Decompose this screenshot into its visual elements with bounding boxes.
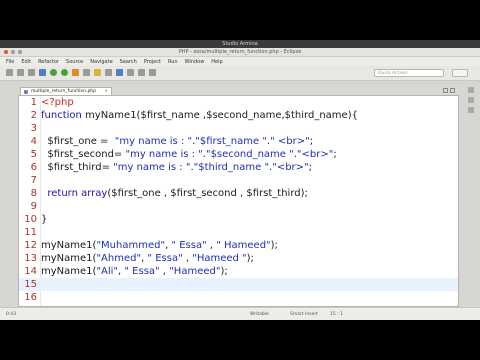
- quick-access-input[interactable]: Quick Access: [374, 69, 444, 77]
- line-number: 9: [30, 201, 37, 212]
- code-text: myName1("Muhammed", " Essa" , " Hameed")…: [41, 240, 278, 251]
- forward-icon[interactable]: [149, 69, 156, 76]
- line-number: 10: [24, 214, 37, 225]
- code-line: 3: [19, 122, 458, 135]
- previous-annotation-icon[interactable]: [127, 69, 134, 76]
- editor-window-controls: [443, 88, 455, 93]
- next-annotation-icon[interactable]: [116, 69, 123, 76]
- save-icon[interactable]: [17, 69, 24, 76]
- line-number: 6: [30, 162, 37, 173]
- line-number: 15: [24, 279, 37, 290]
- code-line: 12 myName1("Muhammed", " Essa" , " Hamee…: [19, 239, 458, 252]
- code-text: function myName1($first_name ,$second_na…: [41, 110, 358, 121]
- toolbar-icons: [6, 69, 156, 76]
- search-icon[interactable]: [105, 69, 112, 76]
- outline-view-icon[interactable]: [468, 87, 474, 93]
- menu-search[interactable]: Search: [120, 59, 137, 65]
- menu-run[interactable]: Run: [168, 59, 178, 65]
- status-cursor-position: 15 : 1: [330, 312, 343, 317]
- maximize-editor-button[interactable]: [450, 88, 455, 93]
- left-trim: [0, 81, 8, 307]
- code-text: myName1("Ali", " Essa" , "Hameed");: [41, 266, 228, 277]
- line-number: 14: [24, 266, 37, 277]
- editor-tab-row: multiple_return_function.php ×: [18, 87, 459, 95]
- status-insert-mode: Smart Insert: [290, 312, 318, 317]
- print-icon[interactable]: [28, 69, 35, 76]
- new-class-icon[interactable]: [83, 69, 90, 76]
- code-text: return array($first_one , $first_second …: [47, 188, 308, 199]
- menu-help[interactable]: Help: [211, 59, 222, 65]
- toolbar: Quick Access: [0, 66, 480, 81]
- status-bar: 0:43 Writable Smart Insert 15 : 1: [0, 307, 480, 320]
- line-number: 5: [30, 149, 37, 160]
- menu-refactor[interactable]: Refactor: [38, 59, 59, 65]
- code-text: $first_one = "my name is : "."$first_nam…: [41, 136, 314, 147]
- code-line: 11: [19, 226, 458, 239]
- code-line: 4 $first_one = "my name is : "."$first_n…: [19, 135, 458, 148]
- line-number: 4: [30, 136, 37, 147]
- right-trim: [463, 81, 480, 307]
- line-number: 13: [24, 253, 37, 264]
- code-line: 5 $first_second= "my name is : "."$secon…: [19, 148, 458, 161]
- task-list-icon[interactable]: [468, 97, 474, 103]
- menu-window[interactable]: Window: [185, 59, 205, 65]
- menu-project[interactable]: Project: [144, 59, 161, 65]
- code-text: myName1("Ahmed", " Essa" , "Hameed ");: [41, 253, 254, 264]
- editor-tab[interactable]: multiple_return_function.php ×: [20, 87, 112, 95]
- current-code-line: 15: [19, 278, 458, 291]
- code-line: 8 return array($first_one , $first_secon…: [19, 187, 458, 200]
- line-number: 7: [30, 175, 37, 186]
- code-text: }: [41, 214, 48, 225]
- code-line: 1 <?php: [19, 96, 458, 109]
- new-file-icon[interactable]: [6, 69, 13, 76]
- menu-bar: File Edit Refactor Source Navigate Searc…: [0, 57, 480, 66]
- menu-file[interactable]: File: [6, 59, 14, 65]
- php-project-icon[interactable]: [39, 69, 46, 76]
- back-icon[interactable]: [138, 69, 145, 76]
- line-number: 12: [24, 240, 37, 251]
- code-text: $first_second= "my name is : "."$second_…: [41, 149, 337, 160]
- menu-navigate[interactable]: Navigate: [90, 59, 112, 65]
- perspective-switch-button[interactable]: [452, 69, 468, 77]
- open-type-icon[interactable]: [94, 69, 101, 76]
- code-line: 13 myName1("Ahmed", " Essa" , "Hameed ")…: [19, 252, 458, 265]
- line-number: 1: [30, 97, 37, 108]
- run-icon[interactable]: [61, 69, 68, 76]
- system-bar: Studio Armina: [0, 40, 480, 48]
- menu-edit[interactable]: Edit: [21, 59, 31, 65]
- line-number: 2: [30, 110, 37, 121]
- debug-icon[interactable]: [50, 69, 57, 76]
- code-editor[interactable]: 1 <?php 2 function myName1($first_name ,…: [18, 95, 459, 307]
- code-line: 7: [19, 174, 458, 187]
- problems-view-icon[interactable]: [468, 107, 474, 113]
- minimize-editor-button[interactable]: [443, 88, 448, 93]
- status-left: 0:43: [6, 312, 17, 317]
- system-app-name: Studio Armina: [222, 41, 258, 47]
- line-number: 16: [24, 292, 37, 303]
- window-title: PHP - essa/multiple_return_function.php …: [178, 49, 302, 55]
- close-tab-icon[interactable]: ×: [104, 88, 108, 95]
- code-line: 16: [19, 291, 458, 304]
- status-writable: Writable: [250, 312, 269, 317]
- line-number: 3: [30, 123, 37, 134]
- code-text: <?php: [41, 97, 74, 108]
- code-text: $first_third= "my name is : "."$third_na…: [41, 162, 313, 173]
- editor-tab-label: multiple_return_function.php: [31, 89, 97, 94]
- eclipse-window: Studio Armina PHP - essa/multiple_return…: [0, 40, 480, 320]
- code-line: 9: [19, 200, 458, 213]
- php-file-icon: [24, 90, 28, 94]
- code-line: 2 function myName1($first_name ,$second_…: [19, 109, 458, 122]
- menu-source[interactable]: Source: [66, 59, 83, 65]
- code-line: 10 }: [19, 213, 458, 226]
- code-line: 14 myName1("Ali", " Essa" , "Hameed");: [19, 265, 458, 278]
- line-number: 8: [30, 188, 37, 199]
- external-tools-icon[interactable]: [72, 69, 79, 76]
- window-titlebar: PHP - essa/multiple_return_function.php …: [0, 48, 480, 57]
- code-line: 6 $first_third= "my name is : "."$third_…: [19, 161, 458, 174]
- line-number: 11: [24, 227, 37, 238]
